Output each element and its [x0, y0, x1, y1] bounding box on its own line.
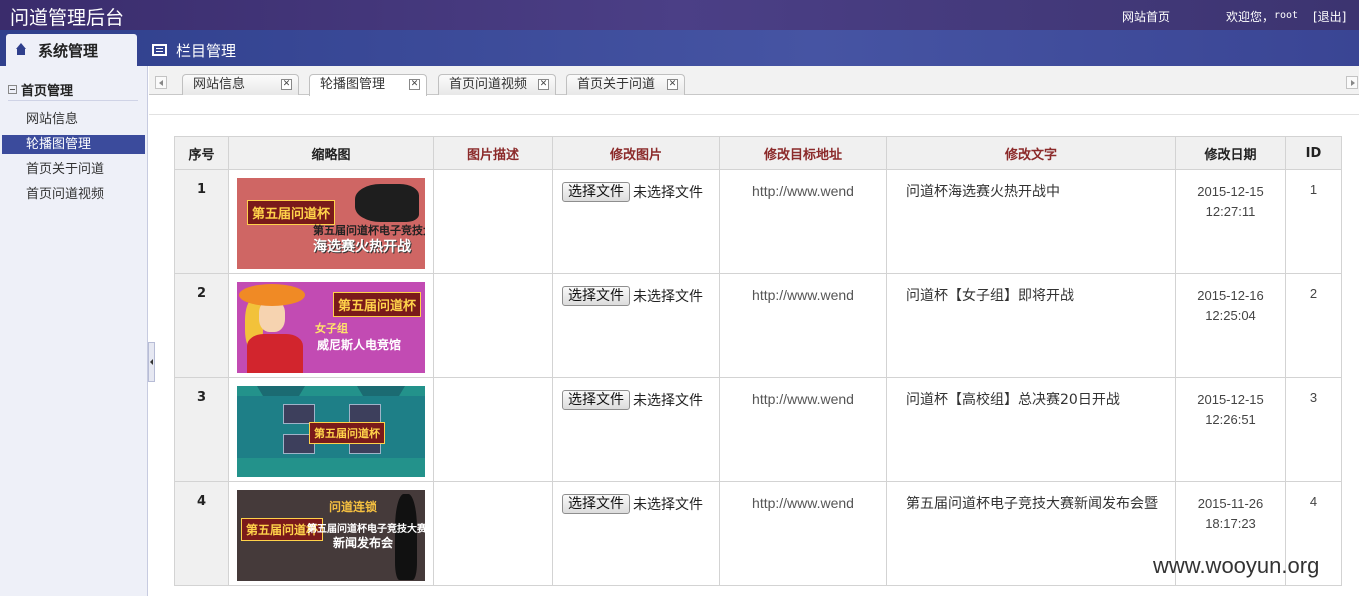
content-tab-strip: 网站信息 ✕ 轮播图管理 ✕ 首页问道视频 ✕ 首页关于问道 ✕ — [149, 66, 1359, 96]
col-header-desc: 图片描述 — [433, 136, 553, 170]
tab-carousel[interactable]: 轮播图管理 ✕ — [309, 74, 427, 96]
modified-time: 12:25:04 — [1205, 308, 1256, 323]
col-header-url: 修改目标地址 — [719, 136, 887, 170]
close-icon[interactable]: ✕ — [538, 79, 549, 90]
sidebar-item-carousel[interactable]: 轮播图管理 — [2, 135, 145, 154]
no-file-text: 未选择文件 — [633, 393, 703, 409]
close-icon[interactable]: ✕ — [409, 79, 420, 90]
row-id: 1 — [1285, 169, 1342, 274]
thumbnail-image: 第五届问道杯 — [237, 386, 425, 477]
welcome-text: 欢迎您， — [1226, 10, 1275, 24]
menu-tab-system-label: 系统管理 — [38, 41, 99, 60]
choose-file-button[interactable]: 选择文件 — [562, 182, 630, 202]
sidebar-collapse-handle[interactable] — [148, 342, 155, 382]
no-file-text: 未选择文件 — [633, 185, 703, 201]
col-header-image: 修改图片 — [552, 136, 720, 170]
close-icon[interactable]: ✕ — [667, 79, 678, 90]
sidebar: 首页管理 网站信息 轮播图管理 首页关于问道 首页问道视频 — [0, 66, 148, 596]
modified-date: 2015-12-15 — [1197, 392, 1264, 407]
table-header-row: 序号 缩略图 图片描述 修改图片 修改目标地址 修改文字 修改日期 ID — [174, 136, 1342, 170]
thumbnail-image: 第五届问道杯 第五届问道杯电子竞技大赛 海选赛火热开战 — [237, 178, 425, 269]
thumbnail-image: 问道连锁 第五届问道杯 第五届问道杯电子竞技大赛启动 新闻发布会 — [237, 490, 425, 581]
close-icon[interactable]: ✕ — [281, 79, 292, 90]
modified-date: 2015-11-26 — [1197, 496, 1264, 511]
sidebar-item-about[interactable]: 首页关于问道 — [2, 160, 145, 179]
slide-text: 第五届问道杯电子竞技大赛新闻发布会暨 — [886, 481, 1176, 586]
home-icon — [14, 43, 28, 57]
col-header-id: ID — [1285, 136, 1342, 170]
row-number: 3 — [174, 377, 229, 482]
row-number: 4 — [174, 481, 229, 586]
image-description — [433, 481, 553, 586]
slide-text: 问道杯海选赛火热开战中 — [886, 169, 1176, 274]
site-home-link[interactable]: 网站首页 — [1122, 8, 1170, 25]
col-header-date: 修改日期 — [1175, 136, 1286, 170]
silhouette-graphic — [355, 184, 419, 222]
image-description — [433, 169, 553, 274]
table-row: 1 第五届问道杯 第五届问道杯电子竞技大赛 海选赛火热开战 选择文件未选择文件 … — [174, 169, 1342, 274]
modified-time: 12:26:51 — [1205, 412, 1256, 427]
sidebar-divider — [8, 100, 138, 101]
modified-date: 2015-12-16 — [1197, 288, 1264, 303]
tab-video[interactable]: 首页问道视频 ✕ — [438, 74, 556, 95]
target-url: http://www.wend — [719, 273, 887, 378]
modified-time: 12:27:11 — [1205, 204, 1256, 219]
table-row: 2 第五届问道杯 女子组 威尼斯人电竞馆 选择文件 未选择文件 http://ww… — [174, 273, 1342, 378]
no-file-text: 未选择文件 — [633, 497, 703, 513]
slide-text: 问道杯【高校组】总决赛20日开战 — [886, 377, 1176, 482]
main-menu-bar: 系统管理 栏目管理 — [0, 30, 1359, 66]
carousel-table: 序号 缩略图 图片描述 修改图片 修改目标地址 修改文字 修改日期 ID 1 第… — [174, 136, 1342, 586]
sidebar-section-title[interactable]: 首页管理 — [8, 80, 73, 99]
target-url: http://www.wend — [719, 169, 887, 274]
menu-tab-columns[interactable]: 栏目管理 — [152, 34, 236, 66]
tab-scroll-right-button[interactable] — [1346, 76, 1358, 89]
col-header-thumb: 缩略图 — [228, 136, 434, 170]
row-number: 2 — [174, 273, 229, 378]
no-file-text: 未选择文件 — [633, 289, 703, 305]
row-number: 1 — [174, 169, 229, 274]
table-row: 3 第五届问道杯 选择文件 未选择文件 http://www.wend 问道杯【高 — [174, 377, 1342, 482]
logout-link[interactable]: [退出] — [1313, 8, 1346, 25]
sidebar-item-site-info[interactable]: 网站信息 — [2, 110, 145, 129]
username: root — [1274, 10, 1299, 21]
list-icon — [152, 44, 167, 56]
row-id: 3 — [1285, 377, 1342, 482]
silhouette-graphic — [395, 494, 417, 580]
content-divider — [149, 114, 1359, 115]
choose-file-button[interactable]: 选择文件 — [562, 286, 630, 306]
col-header-no: 序号 — [174, 136, 229, 170]
modified-time: 18:17:23 — [1205, 516, 1256, 531]
image-description — [433, 377, 553, 482]
modified-date: 2015-12-15 — [1197, 184, 1264, 199]
slide-text: 问道杯【女子组】即将开战 — [886, 273, 1176, 378]
row-id: 2 — [1285, 273, 1342, 378]
tab-about[interactable]: 首页关于问道 ✕ — [566, 74, 685, 95]
watermark: www.wooyun.org — [1153, 553, 1320, 578]
image-description — [433, 273, 553, 378]
col-header-text: 修改文字 — [886, 136, 1176, 170]
menu-tab-columns-label: 栏目管理 — [176, 41, 237, 60]
choose-file-button[interactable]: 选择文件 — [562, 494, 630, 514]
app-title: 问道管理后台 — [10, 7, 125, 29]
choose-file-button[interactable]: 选择文件 — [562, 390, 630, 410]
tab-scroll-left-button[interactable] — [155, 76, 167, 89]
top-header: 问道管理后台 网站首页 欢迎您， root [退出] — [0, 0, 1359, 30]
target-url: http://www.wend — [719, 481, 887, 586]
collapse-minus-icon — [8, 85, 17, 94]
sidebar-item-video[interactable]: 首页问道视频 — [2, 185, 145, 204]
tab-site-info[interactable]: 网站信息 ✕ — [182, 74, 299, 95]
thumbnail-image: 第五届问道杯 女子组 威尼斯人电竞馆 — [237, 282, 425, 373]
target-url: http://www.wend — [719, 377, 887, 482]
menu-tab-system[interactable]: 系统管理 — [6, 34, 137, 66]
